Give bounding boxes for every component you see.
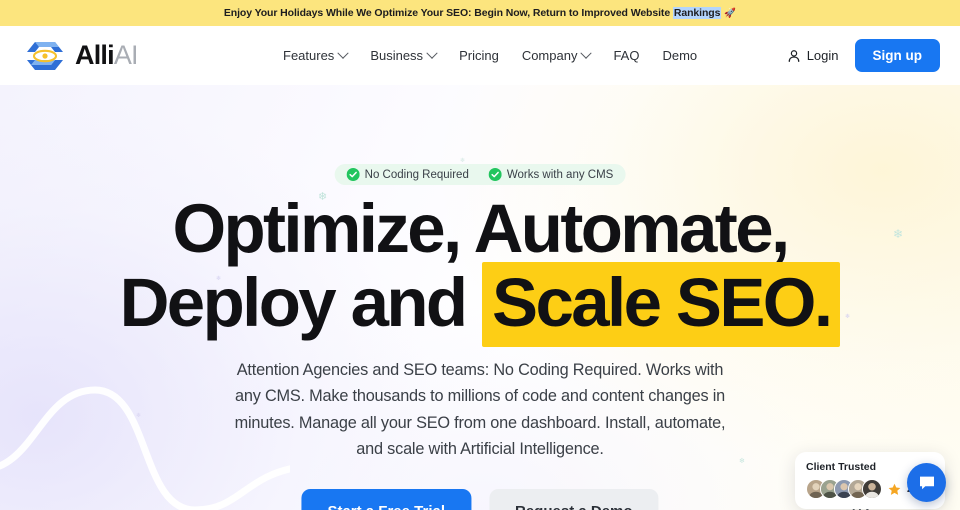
brand-name-primary: Alli xyxy=(75,40,115,70)
request-demo-button[interactable]: Request a Demo xyxy=(489,489,659,510)
user-icon xyxy=(788,49,800,62)
headline-highlight: Scale SEO. xyxy=(482,261,841,347)
chevron-down-icon xyxy=(426,47,438,59)
chat-launcher-button[interactable] xyxy=(907,463,946,502)
brand-name-secondary: AI xyxy=(113,40,139,70)
chat-bubble-icon xyxy=(919,476,934,489)
nav-item-features[interactable]: Features xyxy=(283,47,349,63)
badge-label: Works with any CMS xyxy=(506,168,614,181)
landing-page: Enjoy Your Holidays While We Optimize Yo… xyxy=(0,0,960,510)
nav-item-pricing-label: Pricing xyxy=(459,48,499,63)
hero-cta-row: Start a Free Trial Request a Demo xyxy=(301,489,659,510)
star-icon xyxy=(888,483,901,495)
rocket-icon: 🚀 xyxy=(724,8,737,19)
nav-item-features-label: Features xyxy=(283,48,335,63)
chevron-down-icon xyxy=(337,47,349,59)
badge-no-coding-required: No Coding Required xyxy=(346,168,469,181)
nav-item-company[interactable]: Company xyxy=(521,47,593,63)
brand-name: AlliAI xyxy=(75,40,139,70)
chevron-down-icon xyxy=(580,47,593,59)
badge-works-with-any-cms: Works with any CMS xyxy=(488,168,614,181)
check-circle-icon xyxy=(346,168,360,181)
start-free-trial-button[interactable]: Start a Free Trial xyxy=(301,489,472,510)
brand-logo[interactable]: AlliAI xyxy=(24,38,139,74)
headline-line-1: Optimize, Automate, xyxy=(172,190,790,267)
promo-banner-text-main: Enjoy Your Holidays While We Optimize Yo… xyxy=(223,7,673,19)
alli-hexagon-logo-icon xyxy=(27,41,63,70)
login-button[interactable]: Login xyxy=(787,48,839,63)
nav-item-demo-label: Demo xyxy=(662,48,698,63)
site-header: AlliAI Features Business Pricing Company… xyxy=(0,26,960,85)
nav-item-pricing[interactable]: Pricing xyxy=(459,48,499,63)
login-label: Login xyxy=(806,48,839,63)
nav-item-demo[interactable]: Demo xyxy=(662,48,697,63)
check-circle-icon xyxy=(488,168,502,181)
hero-section: ❄ ❄ ❄ ❄ ❄ ❄ ❄ ❄ No Coding Required Works… xyxy=(0,85,960,510)
signup-button[interactable]: Sign up xyxy=(854,39,940,72)
avatar xyxy=(862,479,882,499)
promo-banner-highlight[interactable]: Rankings xyxy=(672,7,722,19)
feature-badges: No Coding Required Works with any CMS xyxy=(334,164,626,185)
header-actions: Login Sign up xyxy=(787,39,940,72)
avatar-group xyxy=(806,479,882,499)
nav-item-faq[interactable]: FAQ xyxy=(613,48,639,63)
nav-item-business-label: Business xyxy=(370,48,424,63)
snowflake-icon: ❄ xyxy=(136,413,142,419)
nav-item-business[interactable]: Business xyxy=(370,47,438,63)
badge-label: No Coding Required xyxy=(364,168,469,181)
nav-item-company-label: Company xyxy=(521,48,578,63)
page-title: Optimize, Automate, Deploy and Scale SEO… xyxy=(50,190,910,347)
snowflake-icon: ❄ xyxy=(739,458,745,465)
headline-line-2-plain: Deploy and xyxy=(119,263,483,341)
promo-banner[interactable]: Enjoy Your Holidays While We Optimize Yo… xyxy=(0,0,960,26)
nav-item-faq-label: FAQ xyxy=(613,48,640,63)
promo-banner-text: Enjoy Your Holidays While We Optimize Yo… xyxy=(224,7,736,19)
hero-subtitle: Attention Agencies and SEO teams: No Cod… xyxy=(234,361,726,459)
main-navigation: Features Business Pricing Company FAQ De… xyxy=(283,47,697,63)
